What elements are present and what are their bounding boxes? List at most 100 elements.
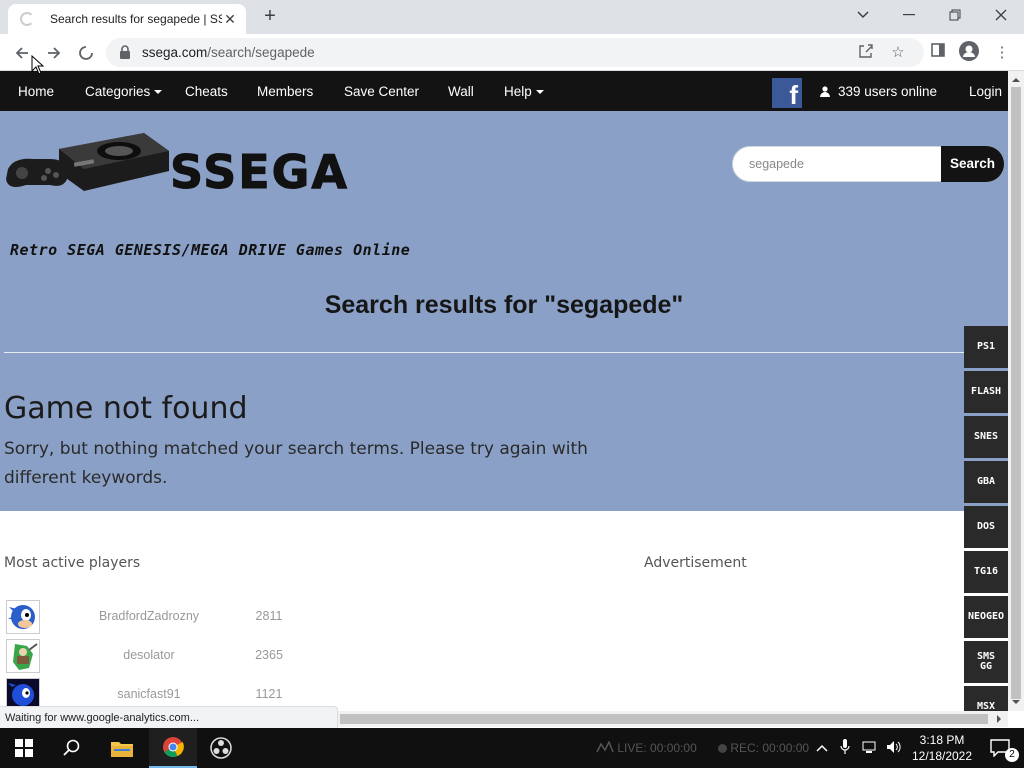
search-button[interactable]: Search <box>941 146 1004 182</box>
close-tab-icon[interactable]: ✕ <box>222 11 238 27</box>
system-link-gba[interactable]: GBA <box>964 461 1008 503</box>
file-explorer-icon[interactable] <box>98 728 146 768</box>
scroll-up-icon[interactable] <box>1008 73 1024 87</box>
horizontal-scrollbar[interactable] <box>338 711 1008 727</box>
page-title: Search results for "segapede" <box>324 291 684 319</box>
player-name[interactable]: sanicfast91 <box>46 687 252 701</box>
lock-icon[interactable] <box>119 45 131 59</box>
profile-avatar-icon[interactable] <box>957 41 981 65</box>
network-activity-icon <box>596 740 614 753</box>
dropdown-caret-icon <box>154 90 163 95</box>
scroll-down-icon[interactable] <box>1008 695 1024 709</box>
bookmark-star-icon[interactable]: ☆ <box>888 43 908 63</box>
browser-tab-strip: Search results for segapede | SSega ✕ + <box>0 0 1024 34</box>
nav-home[interactable]: Home <box>18 71 54 111</box>
status-bubble: Waiting for www.google-analytics.com... <box>0 706 338 728</box>
restore-button[interactable] <box>932 0 978 30</box>
clock-time: 3:18 PM <box>919 733 965 747</box>
player-score: 2365 <box>255 648 283 662</box>
reload-stop-icon[interactable] <box>73 40 99 66</box>
scrollbar-thumb[interactable] <box>1011 87 1021 699</box>
divider <box>4 352 964 353</box>
url-text[interactable]: ssega.com/search/segapede <box>142 45 315 60</box>
player-score: 2811 <box>255 609 283 623</box>
nav-wall[interactable]: Wall <box>448 71 474 111</box>
nav-categories[interactable]: Categories <box>85 71 163 111</box>
network-icon[interactable] <box>862 728 878 768</box>
notifications-icon[interactable]: 2 <box>976 728 1024 768</box>
advertisement-heading: Advertisement <box>644 555 747 571</box>
nav-members[interactable]: Members <box>257 71 313 111</box>
avatar[interactable] <box>6 639 40 673</box>
obs-rec-indicator: REC: 00:00:00 <box>718 728 809 768</box>
users-online-text: 339 users online <box>838 84 938 99</box>
system-link-snes[interactable]: SNES <box>964 416 1008 458</box>
player-score: 1121 <box>255 687 283 701</box>
system-link-flash[interactable]: FLASH <box>964 371 1008 413</box>
nav-cheats[interactable]: Cheats <box>185 71 228 111</box>
site-navbar: Home Categories Cheats Members Save Cent… <box>0 71 1008 111</box>
rec-timer: REC: 00:00:00 <box>730 741 810 755</box>
clock-date: 12/18/2022 <box>911 749 973 763</box>
users-online: 339 users online <box>820 71 937 111</box>
browser-tab[interactable]: Search results for segapede | SSega ✕ <box>8 4 246 34</box>
search-icon[interactable] <box>48 728 96 768</box>
user-icon <box>820 86 830 97</box>
player-name[interactable]: BradfordZadrozny <box>46 609 252 623</box>
not-found-message: Sorry, but nothing matched your search t… <box>4 439 588 488</box>
loading-spinner-icon <box>20 12 34 26</box>
volume-icon[interactable] <box>886 728 902 768</box>
browser-toolbar: ssega.com/search/segapede ☆ ⋮ <box>0 34 1024 71</box>
windows-taskbar: LIVE: 00:00:00 REC: 00:00:00 3:18 PM 12/… <box>0 728 1024 768</box>
nav-help-label: Help <box>504 84 532 99</box>
system-link-ps1[interactable]: PS1 <box>964 326 1008 368</box>
mouse-cursor-icon <box>31 55 45 75</box>
notification-count-badge: 2 <box>1005 748 1019 762</box>
chrome-icon[interactable] <box>149 728 197 768</box>
system-link-dos[interactable]: DOS <box>964 506 1008 548</box>
tab-title: Search results for segapede | SSega <box>50 12 222 26</box>
new-tab-button[interactable]: + <box>259 5 281 27</box>
hero-section: SSEGA Retro SEGA GENESIS/MEGA DRIVE Game… <box>0 111 1008 511</box>
scroll-right-icon[interactable] <box>992 711 1006 727</box>
most-active-players-heading: Most active players <box>4 555 141 571</box>
avatar[interactable] <box>6 600 40 634</box>
browser-menu-icon[interactable]: ⋮ <box>990 41 1014 65</box>
windows-start-icon[interactable] <box>0 728 48 768</box>
search-form: segapede Search <box>732 146 1004 182</box>
console-controller-icon <box>6 133 169 191</box>
tab-search-button[interactable] <box>840 0 886 30</box>
player-name[interactable]: desolator <box>46 648 252 662</box>
url-host: ssega.com <box>142 45 208 60</box>
close-window-button[interactable] <box>978 0 1024 30</box>
scrollbar-thumb[interactable] <box>340 714 988 724</box>
address-bar[interactable]: ssega.com/search/segapede ☆ <box>106 38 924 67</box>
page-viewport: Home Categories Cheats Members Save Cent… <box>0 71 1008 711</box>
show-hidden-icons-icon[interactable] <box>816 728 828 768</box>
nav-login[interactable]: Login <box>969 71 1002 111</box>
system-clock[interactable]: 3:18 PM 12/18/2022 <box>910 732 974 764</box>
logo-tagline: Retro SEGA GENESIS/MEGA DRIVE Games Onli… <box>10 241 411 259</box>
live-timer: LIVE: 00:00:00 <box>617 741 697 755</box>
dropdown-caret-icon <box>535 90 544 95</box>
system-link-msx[interactable]: MSX <box>964 686 1008 711</box>
logo-wordmark[interactable]: SSEGA <box>170 145 349 200</box>
system-link-tg16[interactable]: TG16 <box>964 551 1008 593</box>
record-dot-icon <box>718 744 727 753</box>
system-link-sms-gg[interactable]: SMS GG <box>964 641 1008 683</box>
side-panel-icon[interactable] <box>926 41 950 65</box>
share-icon[interactable] <box>856 43 876 63</box>
player-row[interactable]: BradfordZadrozny 2811 <box>6 600 306 634</box>
system-link-neogeo[interactable]: NEOGEO <box>964 596 1008 638</box>
nav-save-center[interactable]: Save Center <box>344 71 419 111</box>
facebook-icon[interactable]: f <box>772 78 802 110</box>
obs-studio-icon[interactable] <box>197 728 245 768</box>
url-path: /search/segapede <box>207 45 315 60</box>
site-logo[interactable] <box>4 131 174 216</box>
player-row[interactable]: desolator 2365 <box>6 639 306 673</box>
vertical-scrollbar[interactable] <box>1008 71 1024 711</box>
minimize-button[interactable] <box>886 0 932 30</box>
microphone-icon[interactable] <box>840 728 850 768</box>
search-input[interactable]: segapede <box>732 146 942 182</box>
nav-help[interactable]: Help <box>504 71 544 111</box>
